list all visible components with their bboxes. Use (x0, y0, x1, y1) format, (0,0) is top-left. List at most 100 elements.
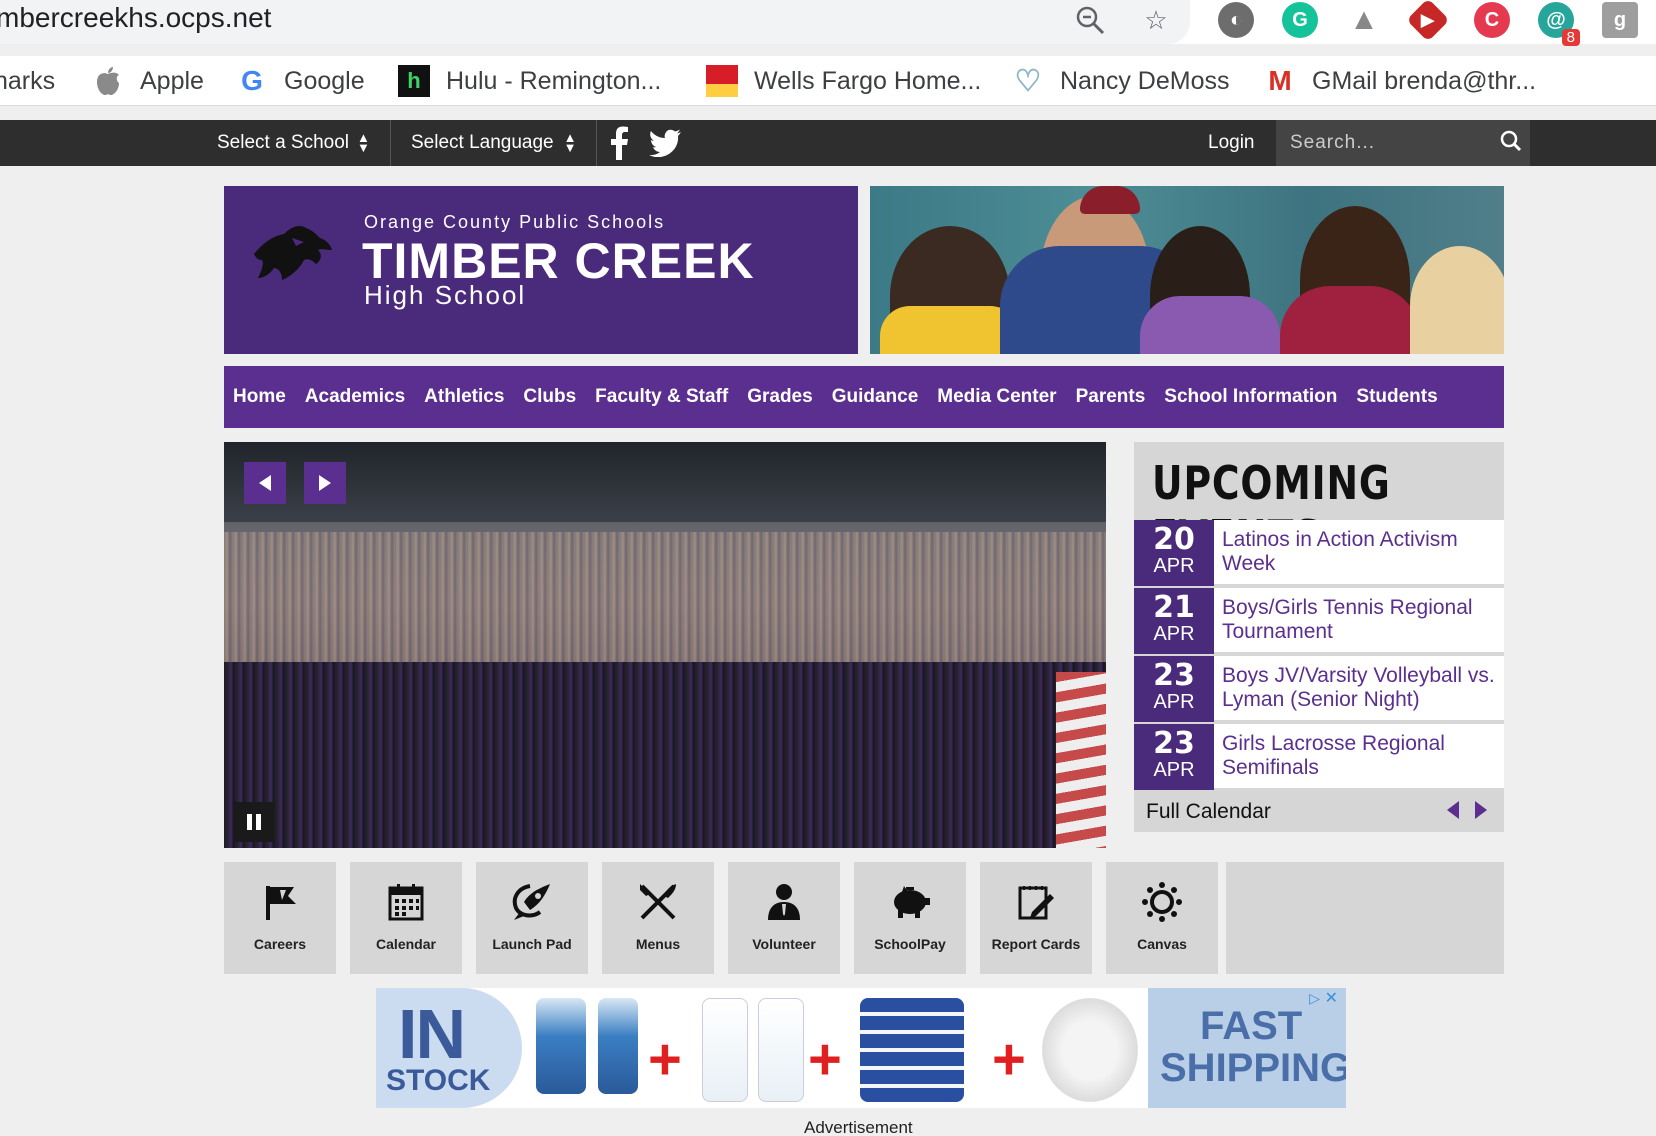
bookmark-wells-fargo[interactable]: Wells Fargo Home... (706, 64, 981, 98)
bookmark-gmail[interactable]: M GMail brenda@thr... (1264, 64, 1536, 98)
ad-close-icon[interactable]: ✕ (1325, 988, 1338, 1008)
nav-item-guidance[interactable]: Guidance (832, 386, 919, 408)
event-date: 20 APR (1134, 520, 1214, 586)
event-date: 21 APR (1134, 588, 1214, 654)
event-month: APR (1153, 759, 1195, 781)
student-figure (1140, 296, 1280, 354)
quick-link-label: Report Cards (991, 936, 1081, 952)
bookmark-apple[interactable]: Apple (92, 64, 204, 98)
flag-icon (266, 886, 296, 920)
school-header[interactable]: Orange County Public Schools TIMBER CREE… (224, 186, 858, 354)
quick-link-label: Menus (635, 936, 681, 952)
quick-link-volunteer[interactable]: Volunteer (728, 862, 840, 974)
event-item[interactable]: 21 APR Boys/Girls Tennis Regional Tourna… (1134, 588, 1504, 654)
nav-item-grades[interactable]: Grades (747, 386, 812, 408)
quick-link-label: Volunteer (752, 936, 816, 952)
plus-icon: + (648, 1027, 682, 1092)
event-name[interactable]: Boys JV/Varsity Volleyball vs. Lyman (Se… (1222, 664, 1498, 712)
bookmark-item[interactable]: narks (0, 64, 55, 98)
quick-link-label: Careers (253, 936, 307, 952)
nav-item-athletics[interactable]: Athletics (424, 386, 504, 408)
adchoices-icon[interactable]: ▷ (1309, 990, 1320, 1007)
nav-item-clubs[interactable]: Clubs (523, 386, 576, 408)
students-banner-image (870, 186, 1504, 354)
events-next-icon[interactable] (1474, 800, 1488, 820)
quick-link-report-cards[interactable]: Report Cards (980, 862, 1092, 974)
nav-item-faculty-staff[interactable]: Faculty & Staff (595, 386, 728, 408)
quick-link-careers[interactable]: Careers (224, 862, 336, 974)
slideshow-prev-button[interactable] (244, 462, 286, 504)
arena-crowd (224, 532, 1106, 682)
address-bar[interactable]: timbercreekhs.ocps.net (0, 0, 1190, 44)
g-extension-icon[interactable]: g (1602, 2, 1638, 38)
quick-link-label: Canvas (1137, 936, 1187, 952)
facebook-icon (611, 126, 628, 160)
events-prev-icon[interactable] (1446, 800, 1460, 820)
ad-fast-shipping-panel: FAST SHIPPING ▷ ✕ (1148, 988, 1346, 1108)
zoom-icon[interactable] (1074, 4, 1106, 36)
nav-item-academics[interactable]: Academics (305, 386, 405, 408)
quick-link-calendar[interactable]: Calendar (350, 862, 462, 974)
red-c-extension-icon[interactable]: C (1474, 2, 1510, 38)
grammarly-icon[interactable]: G (1282, 2, 1318, 38)
quick-links: Careers Calendar Launch Pad Menus Volunt… (224, 862, 1504, 974)
quick-link-launch-pad[interactable]: Launch Pad (476, 862, 588, 974)
facebook-link[interactable] (608, 120, 630, 166)
event-name[interactable]: Boys/Girls Tennis Regional Tournament (1222, 596, 1498, 644)
select-language-dropdown[interactable]: Select Language ▲ ▼ (411, 120, 577, 166)
quick-link-schoolpay[interactable]: SchoolPay (854, 862, 966, 974)
nav-item-students[interactable]: Students (1356, 386, 1437, 408)
apple-icon (92, 65, 124, 97)
event-name[interactable]: Latinos in Action Activism Week (1222, 528, 1498, 576)
google-drive-icon[interactable]: ▲ (1346, 2, 1382, 38)
slideshow-next-button[interactable] (304, 462, 346, 504)
event-name[interactable]: Girls Lacrosse Regional Semifinals (1222, 732, 1498, 780)
ad-stock-text: STOCK (386, 1064, 491, 1097)
browser-toolbar: timbercreekhs.ocps.net ☆ ◐ G ▲ ▶ C @8 g (0, 0, 1656, 46)
select-school-label: Select a School (217, 132, 350, 153)
ad-fast-text: FAST (1200, 1004, 1303, 1048)
alcohol-wipes-packs (860, 998, 964, 1102)
bookmark-google[interactable]: G Google (236, 64, 365, 98)
student-figure (880, 306, 1020, 354)
nav-item-school-information[interactable]: School Information (1164, 386, 1337, 408)
twitter-link[interactable] (648, 120, 682, 166)
full-calendar-link[interactable]: Full Calendar (1146, 800, 1271, 824)
quick-link-menus[interactable]: Menus (602, 862, 714, 974)
plus-icon: + (992, 1027, 1026, 1092)
search-input[interactable] (1276, 132, 1486, 154)
select-school-dropdown[interactable]: Select a School ▲ ▼ (217, 120, 370, 166)
nav-item-media-center[interactable]: Media Center (937, 386, 1056, 408)
event-date: 23 APR (1134, 656, 1214, 722)
nav-item-home[interactable]: Home (233, 386, 286, 408)
event-item[interactable]: 23 APR Girls Lacrosse Regional Semifinal… (1134, 724, 1504, 790)
bookmark-nancy-demoss[interactable]: ♡ Nancy DeMoss (1012, 64, 1230, 98)
login-link[interactable]: Login (1208, 120, 1255, 166)
wolf-logo-icon (254, 226, 332, 280)
site-top-bar: Select a School ▲ ▼ Select Language ▲ ▼ Lo… (0, 120, 1656, 166)
nav-item-parents[interactable]: Parents (1076, 386, 1146, 408)
advertisement-banner[interactable]: IN STOCK + + + FAST SHIPPING ▷ ✕ (376, 988, 1346, 1108)
divider (390, 120, 391, 166)
bookmark-label: Apple (140, 66, 204, 95)
quick-link-canvas[interactable]: Canvas (1106, 862, 1218, 974)
ad-in-text: IN (398, 995, 466, 1073)
extension-gray-circle-icon[interactable]: ◐ (1218, 2, 1254, 38)
at-extension-icon[interactable]: @8 (1538, 2, 1580, 46)
event-day: 23 (1153, 658, 1195, 693)
play-extension-icon[interactable]: ▶ (1406, 0, 1450, 42)
slideshow-pause-button[interactable] (234, 802, 274, 842)
event-date: 23 APR (1134, 724, 1214, 790)
bookmark-hulu[interactable]: h Hulu - Remington... (398, 64, 661, 98)
event-item[interactable]: 23 APR Boys JV/Varsity Volleyball vs. Ly… (1134, 656, 1504, 722)
heart-icon: ♡ (1014, 64, 1042, 98)
search-icon[interactable] (1500, 130, 1522, 157)
pause-icon (247, 814, 261, 830)
url-text[interactable]: timbercreekhs.ocps.net (0, 2, 271, 34)
graduation-slideshow (224, 442, 1106, 848)
events-pager (1446, 800, 1488, 820)
bookmark-star-icon[interactable]: ☆ (1140, 4, 1172, 36)
plus-icon: + (808, 1027, 842, 1092)
event-item[interactable]: 20 APR Latinos in Action Activism Week (1134, 520, 1504, 586)
extension-badge: 8 (1561, 29, 1580, 46)
